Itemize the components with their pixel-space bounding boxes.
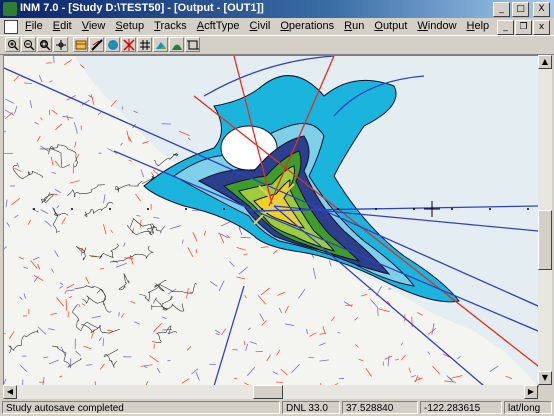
menu-view[interactable]: View	[77, 20, 111, 32]
toolbar	[0, 35, 554, 55]
grid-tick	[223, 208, 225, 210]
street-segment	[23, 82, 32, 84]
status-message: Study autosave completed	[2, 401, 280, 414]
select-box-icon[interactable]	[185, 37, 200, 52]
menu-edit[interactable]: Edit	[48, 20, 77, 32]
maximize-button[interactable]: □	[512, 2, 529, 17]
grid-tick	[109, 208, 111, 210]
menu-setup[interactable]: Setup	[110, 20, 149, 32]
grid-tick	[299, 208, 301, 210]
title-bar: INM 7.0 - [Study D:\TEST50] - [Output - …	[0, 0, 554, 18]
grid-tick	[375, 208, 377, 210]
zoom-in-icon[interactable]	[5, 37, 20, 52]
document-icon[interactable]	[4, 20, 18, 34]
zoom-window-icon[interactable]	[37, 37, 52, 52]
menu-run[interactable]: Run	[339, 20, 369, 32]
menu-help[interactable]: Help	[462, 20, 495, 32]
scroll-up-icon[interactable]: ▲	[538, 55, 552, 69]
grid-icon[interactable]	[137, 37, 152, 52]
pan-icon[interactable]	[53, 37, 68, 52]
grid-tick	[71, 208, 73, 210]
status-longitude: -122.283615	[420, 401, 502, 414]
noise-contour-map[interactable]	[3, 55, 539, 387]
street-segment	[232, 349, 238, 351]
horizontal-scrollbar[interactable]: ◀ ▶	[3, 385, 538, 399]
contour-icon[interactable]	[169, 37, 184, 52]
status-metric: DNL 33.0	[282, 401, 340, 414]
layers-icon[interactable]	[73, 37, 88, 52]
close-button[interactable]: X	[533, 2, 550, 17]
horizontal-scroll-thumb[interactable]	[253, 385, 283, 399]
vertical-scrollbar[interactable]: ▲ ▼	[538, 55, 552, 385]
mdi-restore-button[interactable]: ❐	[515, 20, 532, 35]
grid-tick	[261, 208, 263, 210]
runway-icon[interactable]	[89, 37, 104, 52]
menu-tracks[interactable]: Tracks	[149, 20, 192, 32]
grid-tick	[33, 208, 35, 210]
scroll-down-icon[interactable]: ▼	[538, 371, 552, 385]
grid-tick	[147, 208, 149, 210]
menu-civil[interactable]: Civil	[245, 20, 276, 32]
status-bar: Study autosave completed DNL 33.0 37.528…	[0, 400, 554, 416]
grid-tick	[527, 208, 529, 210]
minimize-button[interactable]: _	[493, 2, 510, 17]
mdi-minimize-button[interactable]: _	[497, 20, 514, 35]
menu-operations[interactable]: Operations	[275, 20, 339, 32]
street-segment	[240, 236, 251, 239]
menu-output[interactable]: Output	[369, 20, 412, 32]
flight-points-icon[interactable]	[121, 37, 136, 52]
population-icon[interactable]	[153, 37, 168, 52]
zoom-out-icon[interactable]	[21, 37, 36, 52]
tracks-icon[interactable]	[105, 37, 120, 52]
grid-tick	[413, 208, 415, 210]
menu-bar: File Edit View Setup Tracks AcftType Civ…	[0, 18, 554, 35]
grid-tick	[451, 208, 453, 210]
street-segment	[395, 359, 399, 361]
menu-acfttype[interactable]: AcftType	[192, 20, 245, 32]
vertical-scroll-thumb[interactable]	[538, 210, 552, 270]
grid-tick	[489, 208, 491, 210]
grid-tick	[337, 208, 339, 210]
menu-window[interactable]: Window	[412, 20, 461, 32]
scroll-right-icon[interactable]: ▶	[524, 385, 538, 399]
app-icon	[3, 2, 17, 16]
status-latitude: 37.528840	[342, 401, 418, 414]
scroll-left-icon[interactable]: ◀	[3, 385, 17, 399]
status-coord-mode: lat/long	[504, 401, 552, 414]
map-canvas[interactable]	[4, 56, 538, 386]
mdi-close-button[interactable]: x	[533, 20, 550, 35]
menu-file[interactable]: File	[20, 20, 48, 32]
grid-tick	[185, 208, 187, 210]
window-title: INM 7.0 - [Study D:\TEST50] - [Output - …	[20, 2, 264, 14]
